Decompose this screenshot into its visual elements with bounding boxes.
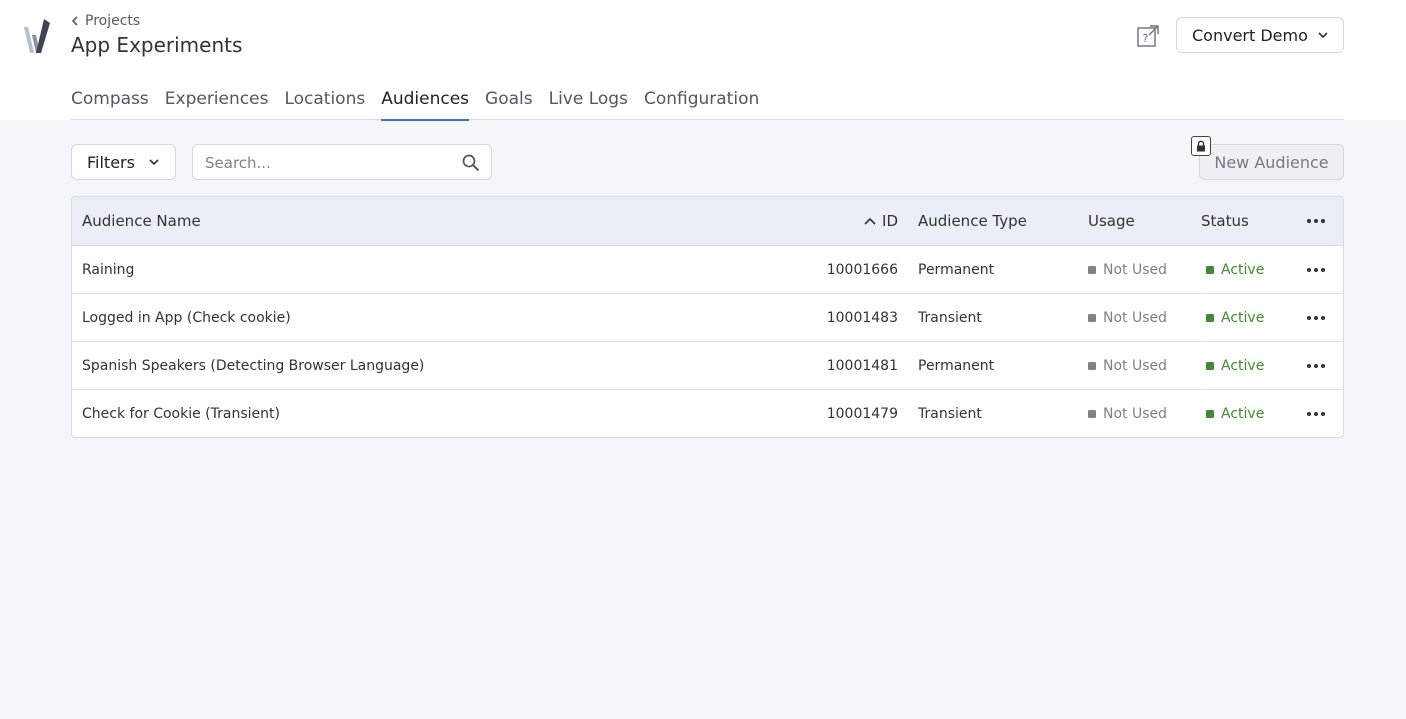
column-usage[interactable]: Usage <box>1088 197 1135 245</box>
status-badge: Active <box>1206 246 1264 293</box>
status-text: Active <box>1221 406 1265 422</box>
usage-dot <box>1088 265 1096 274</box>
breadcrumb-link[interactable]: Projects <box>85 13 140 29</box>
tab-configuration[interactable]: Configuration <box>644 84 759 120</box>
usage-dot <box>1088 410 1096 418</box>
column-audience-name[interactable]: Audience Name <box>82 197 201 245</box>
status-text: Active <box>1221 357 1265 374</box>
more-horizontal-icon[interactable] <box>1304 246 1328 293</box>
audience-name[interactable]: Check for Cookie (Transient) <box>82 390 280 437</box>
table-row[interactable]: Logged in App (Check cookie) 10001483 Tr… <box>72 294 1343 342</box>
usage-dot <box>1088 361 1096 370</box>
more-horizontal-icon[interactable] <box>1304 294 1328 341</box>
breadcrumb[interactable]: Projects <box>71 13 140 29</box>
tab-compass[interactable]: Compass <box>71 84 149 120</box>
more-horizontal-icon[interactable] <box>1304 342 1328 389</box>
status-badge: Active <box>1206 390 1265 437</box>
more-horizontal-icon[interactable] <box>1304 390 1328 437</box>
more-horizontal-icon[interactable] <box>1304 197 1328 245</box>
table-row[interactable]: Spanish Speakers (Detecting Browser Lang… <box>72 342 1343 390</box>
tab-audiences[interactable]: Audiences <box>381 84 469 121</box>
chevron-down-icon <box>149 159 159 166</box>
logo-icon[interactable] <box>22 17 52 55</box>
status-dot <box>1206 410 1214 418</box>
audience-name[interactable]: Spanish Speakers (Detecting Browser Lang… <box>82 342 424 389</box>
tab-live-logs[interactable]: Live Logs <box>549 84 628 120</box>
status-badge: Active <box>1206 294 1264 341</box>
tab-experiences[interactable]: Experiences <box>165 84 269 120</box>
usage-text: Not Used <box>1103 406 1168 422</box>
table-header: Audience Name ID Audience Type Usage Sta… <box>72 197 1343 246</box>
audience-name[interactable]: Logged in App (Check cookie) <box>82 294 291 341</box>
header: Projects App Experiments ? Convert Demo … <box>0 0 1406 121</box>
audience-id: 10001479 <box>826 406 898 422</box>
usage-text: Not Used <box>1103 261 1168 278</box>
status-dot <box>1206 361 1214 370</box>
usage-badge: Not Used <box>1088 246 1167 293</box>
filters-button[interactable]: Filters <box>71 144 176 180</box>
table-row[interactable]: Raining 10001666 Permanent Not Used Acti… <box>72 246 1343 294</box>
audience-id: 10001481 <box>826 357 898 374</box>
audience-type: Permanent <box>918 261 995 278</box>
new-audience-button[interactable]: New Audience <box>1199 144 1344 180</box>
chevron-down-icon <box>1318 32 1328 39</box>
search-box <box>192 144 492 180</box>
audiences-table: Audience Name ID Audience Type Usage Sta… <box>71 196 1344 438</box>
help-external-icon[interactable]: ? <box>1136 24 1160 48</box>
column-id[interactable]: ID <box>864 197 898 245</box>
status-dot <box>1206 313 1214 322</box>
column-id-label: ID <box>882 212 898 230</box>
status-text: Active <box>1221 309 1265 326</box>
tab-goals[interactable]: Goals <box>485 84 533 120</box>
column-audience-type[interactable]: Audience Type <box>918 197 1027 245</box>
usage-text: Not Used <box>1103 309 1168 326</box>
audience-type: Transient <box>918 406 982 422</box>
filters-label: Filters <box>87 152 135 172</box>
tab-locations[interactable]: Locations <box>284 84 365 120</box>
search-input[interactable] <box>205 152 455 174</box>
table-row[interactable]: Check for Cookie (Transient) 10001479 Tr… <box>72 390 1343 437</box>
audience-id: 10001666 <box>826 261 898 278</box>
audience-type: Transient <box>918 309 982 326</box>
usage-dot <box>1088 313 1096 322</box>
usage-badge: Not Used <box>1088 294 1167 341</box>
audience-id: 10001483 <box>826 309 898 326</box>
audience-type: Permanent <box>918 357 995 374</box>
svg-text:?: ? <box>1143 32 1149 45</box>
status-dot <box>1206 265 1214 274</box>
audience-name[interactable]: Raining <box>82 246 134 293</box>
usage-badge: Not Used <box>1088 390 1168 437</box>
page-title: App Experiments <box>71 33 243 57</box>
usage-badge: Not Used <box>1088 342 1167 389</box>
usage-text: Not Used <box>1103 357 1168 374</box>
account-dropdown[interactable]: Convert Demo <box>1176 17 1344 53</box>
column-status[interactable]: Status <box>1201 197 1249 245</box>
search-icon[interactable] <box>462 154 480 172</box>
sort-up-icon <box>864 217 876 225</box>
tab-bar: Compass Experiences Locations Audiences … <box>71 84 1344 121</box>
chevron-left-icon <box>71 16 78 26</box>
lock-icon <box>1191 136 1211 156</box>
status-badge: Active <box>1206 342 1264 389</box>
account-label: Convert Demo <box>1192 25 1308 45</box>
status-text: Active <box>1221 261 1265 278</box>
